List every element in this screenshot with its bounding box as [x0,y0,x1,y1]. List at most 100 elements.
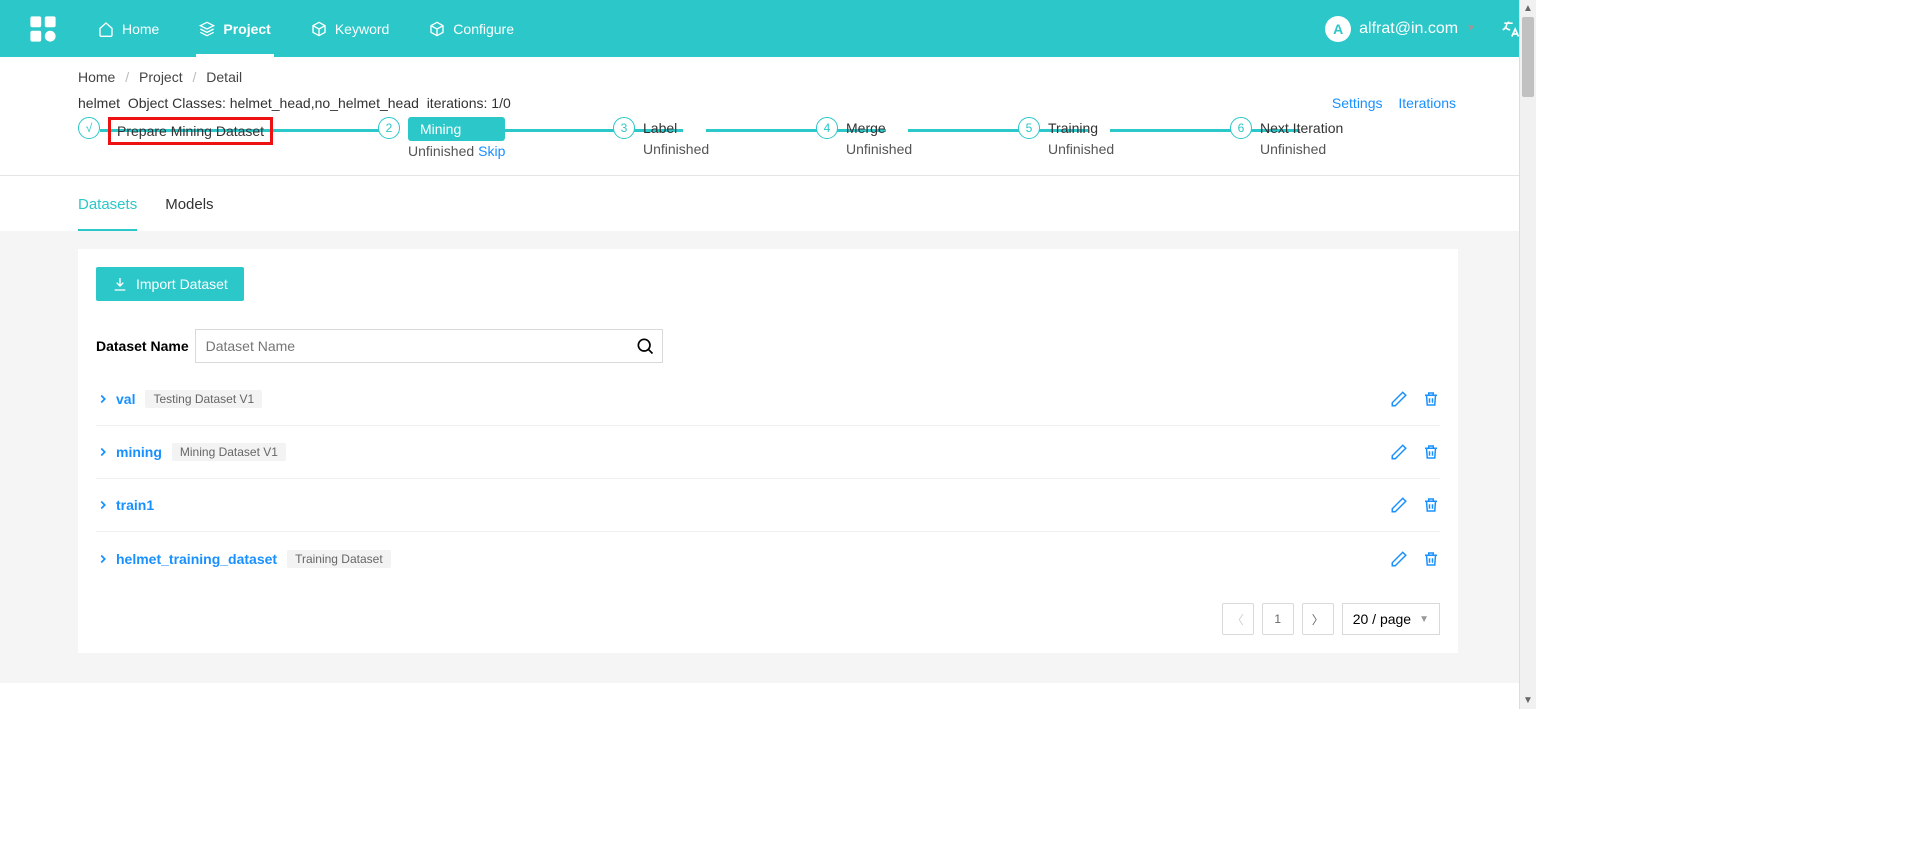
cube-icon [429,21,445,37]
dataset-row: helmet_training_dataset Training Dataset [96,532,1440,585]
step-training[interactable]: 5 Training Unfinished [1018,117,1114,157]
datasets-card: Import Dataset Dataset Name val Testing D… [78,249,1458,653]
settings-link[interactable]: Settings [1332,95,1383,111]
dataset-row: val Testing Dataset V1 [96,373,1440,426]
step-sub: Unfinished [408,143,474,159]
progress-steps: √ Prepare Mining Dataset 2 Mining Unfini… [78,117,1506,175]
classes-value: helmet_head,no_helmet_head [230,95,419,111]
user-avatar: A [1325,16,1351,42]
delete-icon[interactable] [1422,550,1440,568]
home-icon [98,21,114,37]
step-label: Mining [408,117,505,141]
pager-page[interactable]: 1 [1262,603,1294,635]
cube-icon [311,21,327,37]
step-label-text: Next Iteration [1260,117,1343,139]
pager-next[interactable]: 〉 [1302,603,1334,635]
project-meta: helmet Object Classes: helmet_head,no_he… [0,91,1536,117]
dataset-tag: Testing Dataset V1 [145,390,262,408]
step-label: Prepare Mining Dataset [108,117,273,145]
step-label-text: Training [1048,117,1114,139]
nav-project[interactable]: Project [179,0,290,57]
step-sub: Unfinished [1260,141,1343,157]
user-menu[interactable]: A alfrat@in.com ▼ [1315,16,1486,42]
delete-icon[interactable] [1422,443,1440,461]
chevron-down-icon: ▼ [1466,23,1476,34]
step-mining[interactable]: 2 Mining UnfinishedSkip [378,117,505,159]
app-logo[interactable] [8,0,78,57]
nav-keyword-label: Keyword [335,21,389,37]
import-dataset-button[interactable]: Import Dataset [96,267,244,301]
download-icon [112,276,128,292]
scroll-up-icon[interactable]: ▲ [1520,0,1536,17]
nav-project-label: Project [223,21,270,37]
step-merge[interactable]: 4 Merge Unfinished [816,117,912,157]
import-button-label: Import Dataset [136,276,228,292]
step-sub: Unfinished [1048,141,1114,157]
nav-home[interactable]: Home [78,0,179,57]
step-prepare-mining[interactable]: √ Prepare Mining Dataset [78,117,273,145]
expand-icon[interactable] [96,552,110,566]
search-icon[interactable] [635,336,655,356]
chevron-down-icon: ▼ [1419,614,1429,625]
dataset-name[interactable]: helmet_training_dataset [116,551,277,567]
dataset-name[interactable]: train1 [116,497,154,513]
nav-configure-label: Configure [453,21,514,37]
edit-icon[interactable] [1390,496,1408,514]
nav-keyword[interactable]: Keyword [291,0,409,57]
breadcrumb-project[interactable]: Project [139,69,183,85]
step-number: 3 [613,117,635,139]
expand-icon[interactable] [96,498,110,512]
dataset-row: train1 [96,479,1440,532]
dataset-name[interactable]: val [116,391,135,407]
dataset-name-input[interactable] [195,329,663,363]
step-number: 2 [378,117,400,139]
content-tabs: Datasets Models [0,175,1536,231]
delete-icon[interactable] [1422,390,1440,408]
user-email: alfrat@in.com [1359,20,1458,38]
breadcrumb: Home / Project / Detail [0,57,1536,91]
step-number: 5 [1018,117,1040,139]
delete-icon[interactable] [1422,496,1440,514]
step-label-text: Label [643,117,709,139]
classes-label: Object Classes: [128,95,226,111]
nav-configure[interactable]: Configure [409,0,534,57]
edit-icon[interactable] [1390,390,1408,408]
expand-icon[interactable] [96,392,110,406]
step-sub: Unfinished [643,141,709,157]
pager-size-select[interactable]: 20 / page ▼ [1342,603,1440,635]
scroll-down-icon[interactable]: ▼ [1520,692,1536,709]
step-sub: Unfinished [846,141,912,157]
tab-models[interactable]: Models [165,180,213,231]
top-navbar: Home Project Keyword Configure A alfrat@… [0,0,1536,57]
dataset-name[interactable]: mining [116,444,162,460]
edit-icon[interactable] [1390,550,1408,568]
iterations-value: 1/0 [491,95,510,111]
pager-prev[interactable]: 〈 [1222,603,1254,635]
step-label[interactable]: 3 Label Unfinished [613,117,709,157]
search-label: Dataset Name [96,338,189,354]
expand-icon[interactable] [96,445,110,459]
nav-home-label: Home [122,21,159,37]
breadcrumb-home[interactable]: Home [78,69,115,85]
dataset-tag: Mining Dataset V1 [172,443,286,461]
step-number: √ [78,117,100,139]
layers-icon [199,21,215,37]
iterations-link[interactable]: Iterations [1398,95,1456,111]
project-name: helmet [78,95,120,111]
breadcrumb-detail: Detail [206,69,242,85]
pager-size-label: 20 / page [1353,611,1411,627]
dataset-row: mining Mining Dataset V1 [96,426,1440,479]
step-number: 6 [1230,117,1252,139]
scroll-thumb[interactable] [1522,17,1534,97]
edit-icon[interactable] [1390,443,1408,461]
vertical-scrollbar[interactable]: ▲ ▼ [1519,0,1536,709]
iterations-label: iterations: [427,95,488,111]
step-label-text: Merge [846,117,912,139]
dataset-tag: Training Dataset [287,550,391,568]
step-number: 4 [816,117,838,139]
step-next-iteration[interactable]: 6 Next Iteration Unfinished [1230,117,1343,157]
pagination: 〈 1 〉 20 / page ▼ [96,603,1440,635]
tab-datasets[interactable]: Datasets [78,180,137,231]
skip-link[interactable]: Skip [478,143,505,159]
meta-links: Settings Iterations [1320,95,1456,111]
